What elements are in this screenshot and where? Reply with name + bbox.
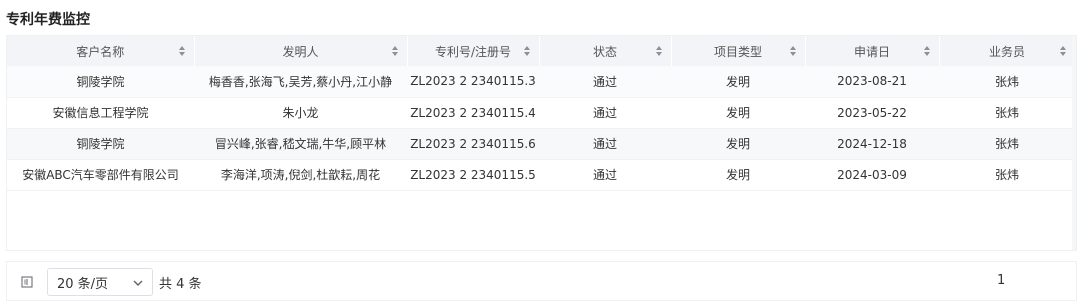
cell-patent-no: ZL2023 2 2340115.4: [407, 97, 539, 129]
cell-apply-date: 2024-03-09: [805, 159, 939, 191]
sort-icon[interactable]: [923, 45, 931, 57]
cell-customer: 安徽信息工程学院: [7, 97, 194, 129]
table-row[interactable]: 铜陵学院 梅香香,张海飞,吴芳,蔡小丹,江小静 ZL2023 2 2340115…: [7, 66, 1075, 98]
sort-icon[interactable]: [655, 45, 663, 57]
page-size-select[interactable]: 20 条/页: [47, 268, 153, 296]
sort-icon[interactable]: [178, 45, 186, 57]
sort-icon[interactable]: [523, 45, 531, 57]
cell-salesperson: 张炜: [939, 159, 1075, 191]
cell-status: 通过: [539, 97, 671, 129]
cell-salesperson: 张炜: [939, 97, 1075, 129]
cell-apply-date: 2023-05-22: [805, 97, 939, 129]
column-header-inventor[interactable]: 发明人: [194, 36, 408, 66]
sort-icon[interactable]: [1059, 45, 1067, 57]
column-header-project-type[interactable]: 项目类型: [671, 36, 806, 66]
cell-project-type: 发明: [671, 66, 805, 98]
table-row[interactable]: 安徽ABC汽车零部件有限公司 李海洋,项涛,倪剑,杜歆耘,周花 ZL2023 2…: [7, 159, 1075, 191]
table-row[interactable]: 铜陵学院 冒兴峰,张睿,嵇文瑞,牛华,顾平林 ZL2023 2 2340115.…: [7, 128, 1075, 160]
table-row[interactable]: 安徽信息工程学院 朱小龙 ZL2023 2 2340115.4 通过 发明 20…: [7, 97, 1075, 129]
cell-inventor: 梅香香,张海飞,吴芳,蔡小丹,江小静: [194, 66, 407, 98]
sort-icon[interactable]: [789, 45, 797, 57]
cell-project-type: 发明: [671, 128, 805, 160]
page-size-label: 20 条/页: [57, 276, 109, 292]
total-count: 共 4 条: [159, 277, 202, 292]
table-header-row: 客户名称 发明人 专利号/注册号 状态 项目类型 申请日 业务员: [7, 36, 1076, 66]
column-header-apply-date[interactable]: 申请日: [805, 36, 940, 66]
cell-apply-date: 2024-12-18: [805, 128, 939, 160]
column-header-customer[interactable]: 客户名称: [7, 36, 195, 66]
cell-salesperson: 张炜: [939, 66, 1075, 98]
cell-inventor: 冒兴峰,张睿,嵇文瑞,牛华,顾平林: [194, 128, 407, 160]
cell-inventor: 李海洋,项涛,倪剑,杜歆耘,周花: [194, 159, 407, 191]
pagination-bar: 20 条/页 共 4 条 1: [6, 261, 1077, 301]
cell-patent-no: ZL2023 2 2340115.3: [407, 66, 539, 98]
cell-inventor: 朱小龙: [194, 97, 407, 129]
cell-status: 通过: [539, 159, 671, 191]
cell-customer: 铜陵学院: [7, 128, 194, 160]
panel-title: 专利年费监控: [6, 12, 90, 28]
cell-status: 通过: [539, 66, 671, 98]
column-header-salesperson[interactable]: 业务员: [939, 36, 1076, 66]
collapse-icon[interactable]: [17, 272, 37, 292]
column-header-patent-no[interactable]: 专利号/注册号: [407, 36, 540, 66]
sort-icon[interactable]: [391, 45, 399, 57]
cell-customer: 安徽ABC汽车零部件有限公司: [7, 159, 194, 191]
data-table: 客户名称 发明人 专利号/注册号 状态 项目类型 申请日 业务员 铜陵学院 梅香…: [6, 35, 1077, 251]
cell-project-type: 发明: [671, 97, 805, 129]
column-header-status[interactable]: 状态: [539, 36, 672, 66]
cell-status: 通过: [539, 128, 671, 160]
cell-patent-no: ZL2023 2 2340115.6: [407, 128, 539, 160]
cell-project-type: 发明: [671, 159, 805, 191]
vertical-scrollbar[interactable]: [1072, 36, 1076, 250]
cell-customer: 铜陵学院: [7, 66, 194, 98]
cell-apply-date: 2023-08-21: [805, 66, 939, 98]
cell-salesperson: 张炜: [939, 128, 1075, 160]
chevron-down-icon: [133, 280, 143, 286]
page-number-1[interactable]: 1: [997, 273, 1005, 288]
cell-patent-no: ZL2023 2 2340115.5: [407, 159, 539, 191]
